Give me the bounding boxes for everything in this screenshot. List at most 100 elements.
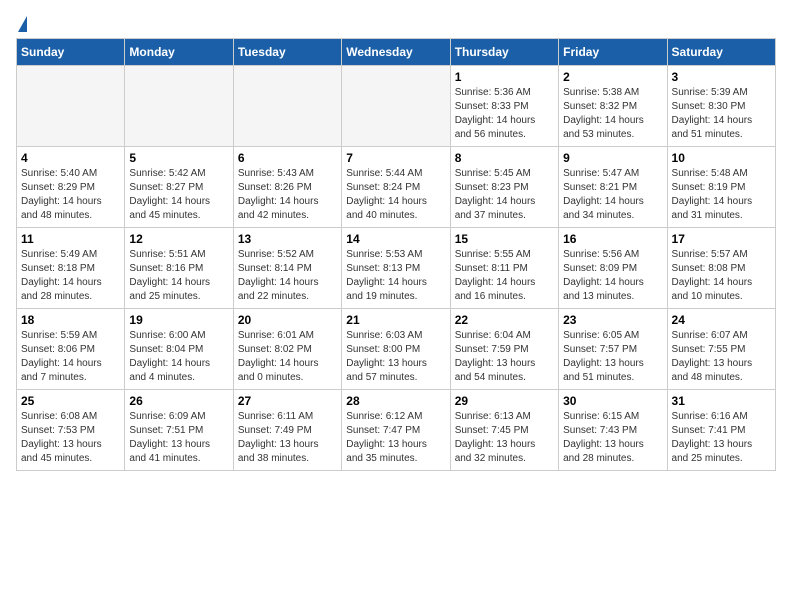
day-info: Sunrise: 6:05 AM Sunset: 7:57 PM Dayligh… [563, 329, 662, 385]
day-number: 7 [346, 151, 445, 165]
day-info: Sunrise: 5:48 AM Sunset: 8:19 PM Dayligh… [672, 167, 771, 223]
calendar-cell: 13Sunrise: 5:52 AM Sunset: 8:14 PM Dayli… [233, 228, 341, 309]
calendar-cell: 22 Sunrise: 6:04 AM Sunset: 7:59 PM Dayli… [450, 309, 558, 390]
day-number: 17 [672, 232, 771, 246]
day-info: Sunrise: 5:57 AM Sunset: 8:08 PM Dayligh… [672, 248, 771, 304]
day-number: 14 [346, 232, 445, 246]
day-info: Sunrise: 6:00 AM Sunset: 8:04 PM Dayligh… [129, 329, 228, 385]
calendar-cell: 3 Sunrise: 5:39 AM Sunset: 8:30 PM Daylig… [667, 66, 775, 147]
weekday-header-monday: Monday [125, 39, 233, 66]
calendar-cell: 2 Sunrise: 5:38 AM Sunset: 8:32 PM Daylig… [559, 66, 667, 147]
day-number: 21 [346, 313, 445, 327]
day-number: 26 [129, 394, 228, 408]
calendar-cell: 8 Sunrise: 5:45 AM Sunset: 8:23 PM Daylig… [450, 147, 558, 228]
day-number: 24 [672, 313, 771, 327]
day-info: Sunrise: 5:42 AM Sunset: 8:27 PM Dayligh… [129, 167, 228, 223]
calendar-cell: 12 Sunrise: 5:51 AM Sunset: 8:16 PM Dayli… [125, 228, 233, 309]
weekday-header-saturday: Saturday [667, 39, 775, 66]
day-info: Sunrise: 5:44 AM Sunset: 8:24 PM Dayligh… [346, 167, 445, 223]
day-number: 9 [563, 151, 662, 165]
calendar-week-row: 1Sunrise: 5:36 AM Sunset: 8:33 PM Daylig… [17, 66, 776, 147]
day-info: Sunrise: 6:07 AM Sunset: 7:55 PM Dayligh… [672, 329, 771, 385]
day-info: Sunrise: 5:38 AM Sunset: 8:32 PM Dayligh… [563, 86, 662, 142]
calendar-cell [233, 66, 341, 147]
day-info: Sunrise: 6:09 AM Sunset: 7:51 PM Dayligh… [129, 410, 228, 466]
day-info: Sunrise: 5:51 AM Sunset: 8:16 PM Dayligh… [129, 248, 228, 304]
day-number: 22 [455, 313, 554, 327]
page-header [16, 16, 776, 26]
day-number: 27 [238, 394, 337, 408]
day-number: 30 [563, 394, 662, 408]
calendar-cell: 11 Sunrise: 5:49 AM Sunset: 8:18 PM Dayli… [17, 228, 125, 309]
calendar-week-row: 25 Sunrise: 6:08 AM Sunset: 7:53 PM Dayli… [17, 390, 776, 471]
day-number: 10 [672, 151, 771, 165]
calendar-cell: 20 Sunrise: 6:01 AM Sunset: 8:02 PM Dayli… [233, 309, 341, 390]
day-info: Sunrise: 5:43 AM Sunset: 8:26 PM Dayligh… [238, 167, 337, 223]
day-number: 6 [238, 151, 337, 165]
calendar-cell: 21 Sunrise: 6:03 AM Sunset: 8:00 PM Dayli… [342, 309, 450, 390]
day-info: Sunrise: 5:55 AM Sunset: 8:11 PM Dayligh… [455, 248, 554, 304]
day-info: Sunrise: 6:08 AM Sunset: 7:53 PM Dayligh… [21, 410, 120, 466]
weekday-header-thursday: Thursday [450, 39, 558, 66]
weekday-header-tuesday: Tuesday [233, 39, 341, 66]
calendar-cell: 28 Sunrise: 6:12 AM Sunset: 7:47 PM Dayli… [342, 390, 450, 471]
day-number: 11 [21, 232, 120, 246]
day-number: 3 [672, 70, 771, 84]
calendar-week-row: 4Sunrise: 5:40 AM Sunset: 8:29 PM Daylig… [17, 147, 776, 228]
calendar-cell: 14Sunrise: 5:53 AM Sunset: 8:13 PM Dayli… [342, 228, 450, 309]
calendar-cell: 23 Sunrise: 6:05 AM Sunset: 7:57 PM Dayli… [559, 309, 667, 390]
calendar-week-row: 18Sunrise: 5:59 AM Sunset: 8:06 PM Dayli… [17, 309, 776, 390]
calendar-week-row: 11 Sunrise: 5:49 AM Sunset: 8:18 PM Dayli… [17, 228, 776, 309]
day-info: Sunrise: 6:11 AM Sunset: 7:49 PM Dayligh… [238, 410, 337, 466]
day-info: Sunrise: 5:39 AM Sunset: 8:30 PM Dayligh… [672, 86, 771, 142]
day-number: 20 [238, 313, 337, 327]
day-info: Sunrise: 6:16 AM Sunset: 7:41 PM Dayligh… [672, 410, 771, 466]
calendar-cell: 29 Sunrise: 6:13 AM Sunset: 7:45 PM Dayli… [450, 390, 558, 471]
logo [16, 16, 27, 26]
calendar-cell [17, 66, 125, 147]
day-info: Sunrise: 5:45 AM Sunset: 8:23 PM Dayligh… [455, 167, 554, 223]
day-info: Sunrise: 6:03 AM Sunset: 8:00 PM Dayligh… [346, 329, 445, 385]
day-number: 19 [129, 313, 228, 327]
calendar-cell: 19 Sunrise: 6:00 AM Sunset: 8:04 PM Dayli… [125, 309, 233, 390]
day-info: Sunrise: 6:04 AM Sunset: 7:59 PM Dayligh… [455, 329, 554, 385]
day-info: Sunrise: 5:40 AM Sunset: 8:29 PM Dayligh… [21, 167, 120, 223]
day-info: Sunrise: 6:13 AM Sunset: 7:45 PM Dayligh… [455, 410, 554, 466]
calendar-cell: 15 Sunrise: 5:55 AM Sunset: 8:11 PM Dayli… [450, 228, 558, 309]
day-number: 13 [238, 232, 337, 246]
calendar-cell: 16Sunrise: 5:56 AM Sunset: 8:09 PM Dayli… [559, 228, 667, 309]
calendar-table: SundayMondayTuesdayWednesdayThursdayFrid… [16, 38, 776, 471]
day-info: Sunrise: 5:47 AM Sunset: 8:21 PM Dayligh… [563, 167, 662, 223]
day-info: Sunrise: 6:12 AM Sunset: 7:47 PM Dayligh… [346, 410, 445, 466]
day-number: 18 [21, 313, 120, 327]
day-number: 2 [563, 70, 662, 84]
calendar-cell: 6 Sunrise: 5:43 AM Sunset: 8:26 PM Daylig… [233, 147, 341, 228]
day-number: 15 [455, 232, 554, 246]
day-number: 1 [455, 70, 554, 84]
day-number: 23 [563, 313, 662, 327]
calendar-cell: 10 Sunrise: 5:48 AM Sunset: 8:19 PM Dayli… [667, 147, 775, 228]
day-number: 29 [455, 394, 554, 408]
calendar-cell [342, 66, 450, 147]
calendar-cell: 27 Sunrise: 6:11 AM Sunset: 7:49 PM Dayli… [233, 390, 341, 471]
day-number: 25 [21, 394, 120, 408]
day-number: 16 [563, 232, 662, 246]
calendar-header-row: SundayMondayTuesdayWednesdayThursdayFrid… [17, 39, 776, 66]
day-number: 5 [129, 151, 228, 165]
day-info: Sunrise: 6:15 AM Sunset: 7:43 PM Dayligh… [563, 410, 662, 466]
day-info: Sunrise: 5:49 AM Sunset: 8:18 PM Dayligh… [21, 248, 120, 304]
weekday-header-wednesday: Wednesday [342, 39, 450, 66]
calendar-cell: 24 Sunrise: 6:07 AM Sunset: 7:55 PM Dayli… [667, 309, 775, 390]
day-info: Sunrise: 6:01 AM Sunset: 8:02 PM Dayligh… [238, 329, 337, 385]
day-number: 28 [346, 394, 445, 408]
calendar-cell: 30 Sunrise: 6:15 AM Sunset: 7:43 PM Dayli… [559, 390, 667, 471]
calendar-cell: 7 Sunrise: 5:44 AM Sunset: 8:24 PM Daylig… [342, 147, 450, 228]
weekday-header-sunday: Sunday [17, 39, 125, 66]
day-number: 8 [455, 151, 554, 165]
calendar-cell: 5 Sunrise: 5:42 AM Sunset: 8:27 PM Daylig… [125, 147, 233, 228]
weekday-header-friday: Friday [559, 39, 667, 66]
calendar-cell: 17 Sunrise: 5:57 AM Sunset: 8:08 PM Dayli… [667, 228, 775, 309]
calendar-cell: 31Sunrise: 6:16 AM Sunset: 7:41 PM Dayli… [667, 390, 775, 471]
day-number: 12 [129, 232, 228, 246]
calendar-cell: 25 Sunrise: 6:08 AM Sunset: 7:53 PM Dayli… [17, 390, 125, 471]
